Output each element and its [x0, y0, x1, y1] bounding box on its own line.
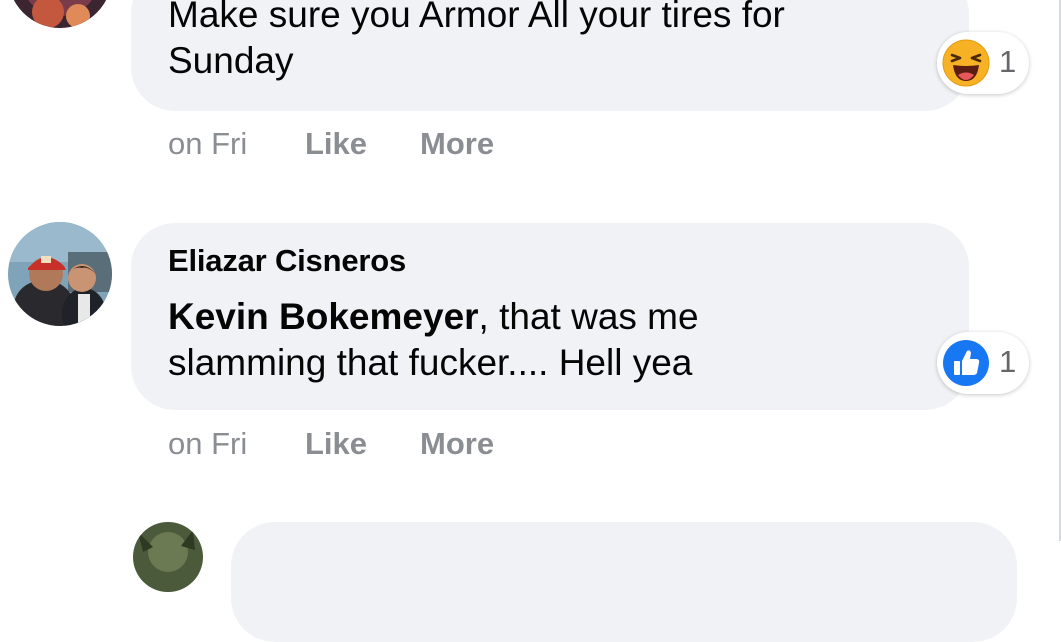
mention-link[interactable]: Kevin Bokemeyer	[168, 296, 479, 337]
haha-emoji-icon	[942, 39, 990, 87]
comment-bubble: Eliazar Cisneros Kevin Bokemeyer, that w…	[131, 223, 969, 410]
comment-bubble: Make sure you Armor All your tires for S…	[131, 0, 969, 111]
avatar[interactable]	[133, 522, 203, 592]
comment-author[interactable]: Eliazar Cisneros	[168, 243, 406, 279]
like-link[interactable]: Like	[305, 126, 367, 162]
reaction-summary[interactable]: 1	[937, 32, 1029, 94]
comment-timestamp: on Fri	[168, 426, 248, 461]
avatar[interactable]	[8, 222, 112, 326]
comment-timestamp: on Fri	[168, 126, 248, 161]
thumbs-up-icon	[942, 339, 990, 387]
reaction-count: 1	[999, 344, 1017, 379]
comment-text: Kevin Bokemeyer, that was me slamming th…	[168, 296, 699, 383]
more-link[interactable]: More	[420, 426, 494, 462]
more-link[interactable]: More	[420, 126, 494, 162]
reaction-summary[interactable]: 1	[937, 332, 1029, 394]
comment-bubble	[231, 522, 1017, 642]
like-link[interactable]: Like	[305, 426, 367, 462]
comment-text: Make sure you Armor All your tires for S…	[168, 0, 785, 81]
reaction-count: 1	[999, 44, 1017, 79]
avatar[interactable]	[8, 0, 112, 28]
